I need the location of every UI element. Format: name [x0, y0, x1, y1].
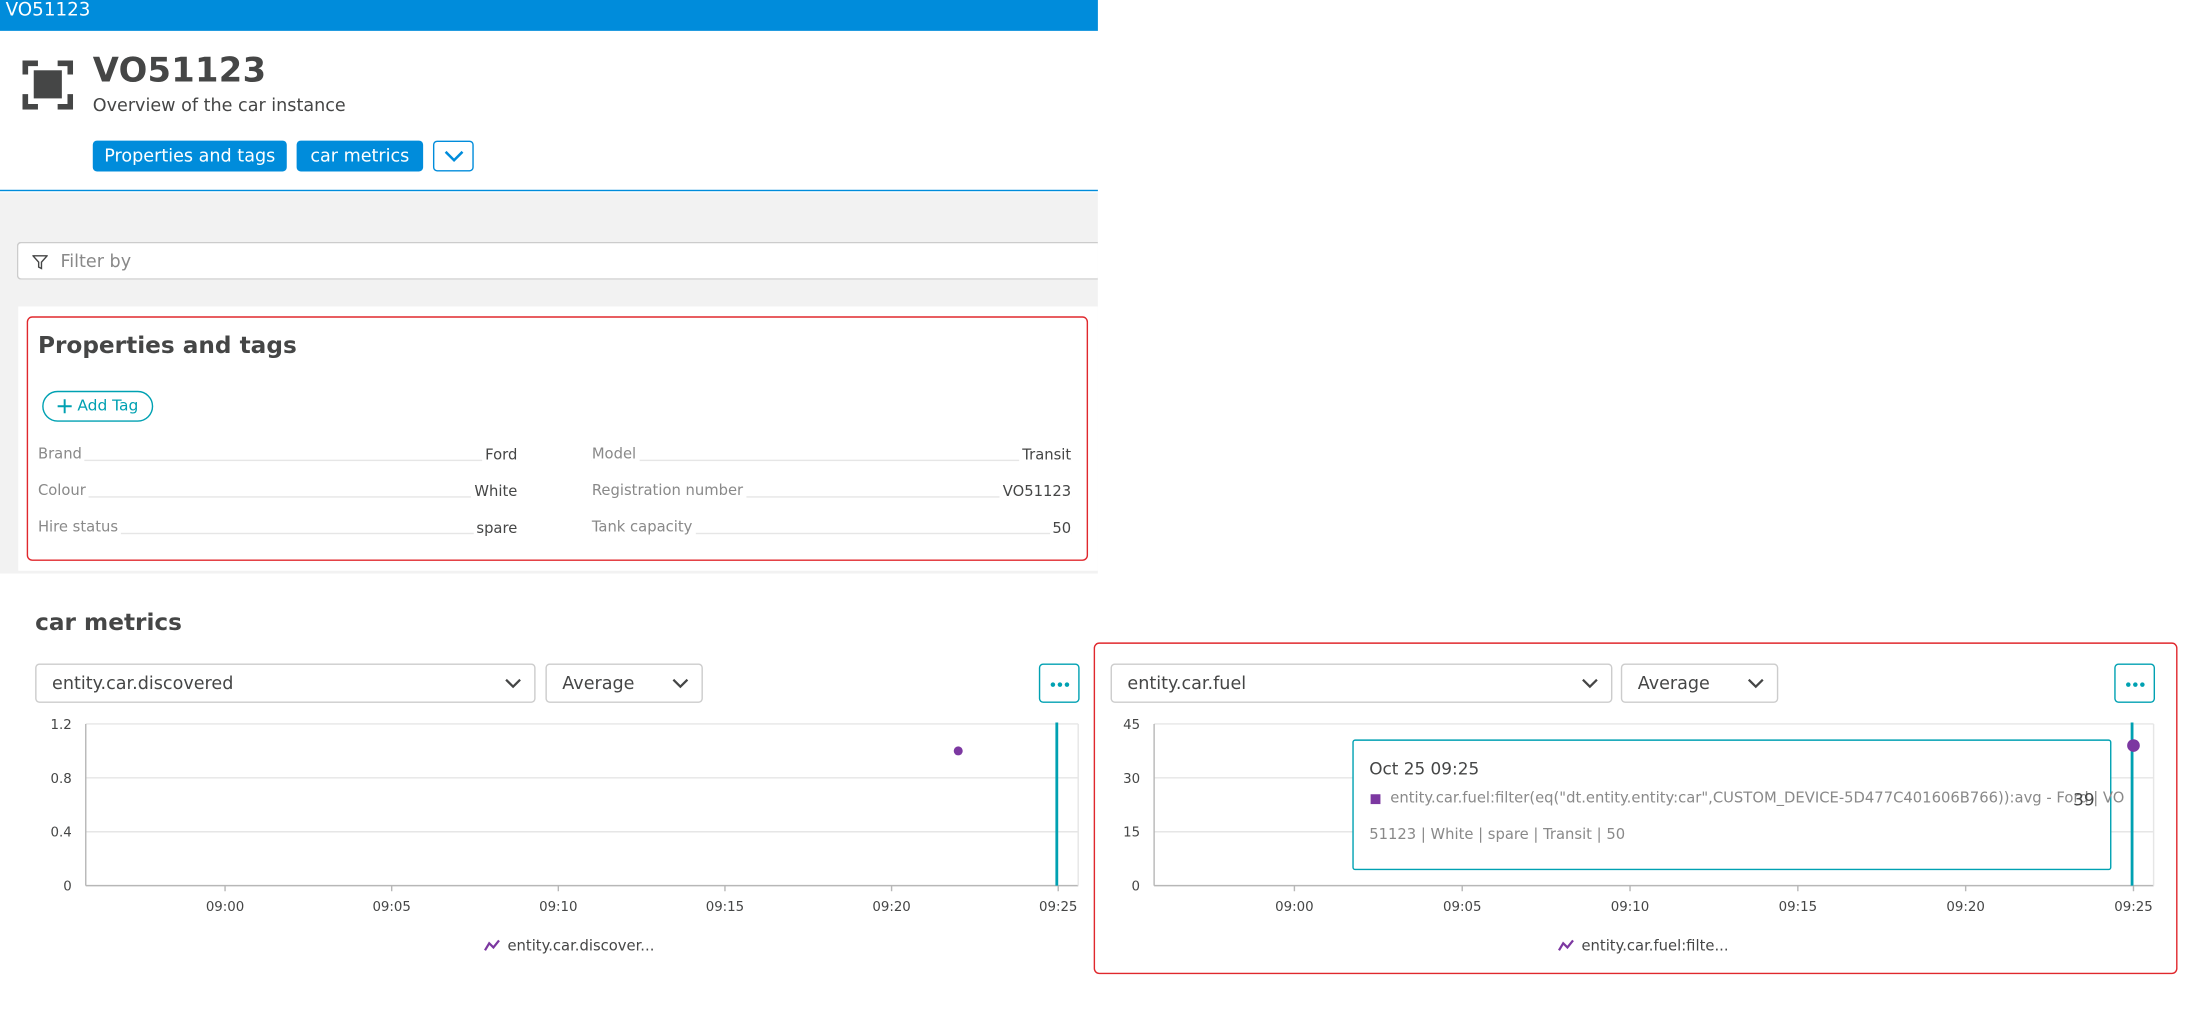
property-divider	[37, 459, 518, 462]
x-tick-label: 09:05	[372, 900, 410, 915]
chart-legend-discovered[interactable]: entity.car.discover...	[484, 937, 655, 955]
property-row-registration: Registration number VO51123	[591, 482, 1072, 504]
aggregation-select-discovered[interactable]: Average	[545, 663, 703, 703]
metric-select-value: entity.car.fuel	[1127, 671, 1247, 694]
aggregation-select-value: Average	[1637, 671, 1710, 694]
chevron-down-icon	[1747, 678, 1764, 689]
custom-device-icon	[22, 60, 74, 110]
series-swatch	[1370, 794, 1381, 805]
add-tag-label: Add Tag	[77, 396, 139, 415]
property-row-brand: Brand Ford	[37, 445, 518, 468]
property-key: Registration number	[591, 482, 746, 500]
chart-tooltip: Oct 25 09:25 entity.car.fuel:filter(eq("…	[1352, 739, 2124, 871]
x-tick-label: 09:05	[1443, 900, 1481, 915]
property-row-hire-status: Hire status spare	[37, 518, 518, 541]
line-series-icon	[484, 939, 500, 951]
property-key: Tank capacity	[591, 518, 696, 536]
window-title-bar: VO51123	[0, 0, 1098, 31]
filter-placeholder: Filter by	[60, 250, 132, 272]
y-tick-label: 0.8	[50, 772, 71, 787]
more-sections-button[interactable]	[432, 140, 474, 172]
y-tick-label: 1.2	[50, 718, 71, 733]
legend-label: entity.car.fuel:filte...	[1581, 937, 1729, 955]
chevron-down-icon	[444, 150, 464, 163]
chevron-down-icon	[672, 678, 689, 689]
line-series-icon	[1558, 939, 1574, 951]
x-tick-label: 09:10	[1611, 900, 1649, 915]
data-point	[2127, 739, 2140, 752]
more-icon	[2126, 682, 2145, 687]
filter-icon	[32, 255, 48, 270]
property-value: White	[471, 483, 518, 501]
app-stage: VO51123 VO51123 Overview of the car inst…	[0, 0, 2200, 1030]
property-row-model: Model Transit	[591, 445, 1072, 468]
y-tick-label: 0	[1132, 880, 1140, 895]
y-tick-label: 0	[63, 880, 72, 895]
property-value: Ford	[482, 447, 518, 464]
property-row-colour: Colour White	[37, 482, 518, 504]
window-title: VO51123	[5, 0, 91, 22]
x-tick-label: 09:20	[872, 900, 910, 915]
property-key: Hire status	[37, 518, 121, 536]
data-point	[953, 746, 963, 756]
page-header: VO51123 Overview of the car instance Pro…	[0, 30, 1098, 192]
chart-options-button-discovered[interactable]	[1038, 663, 1080, 703]
chart-discovered[interactable]: 0 0.4 0.8 1.2 09:00 09:05 09:10 09:15 09:20 09:25	[35, 710, 1089, 921]
y-tick-label: 0.4	[50, 826, 71, 841]
property-divider	[591, 459, 1072, 462]
properties-title: Properties and tags	[37, 331, 297, 359]
filter-input[interactable]: Filter by	[16, 241, 1098, 280]
property-value: 50	[1049, 520, 1072, 537]
x-tick-label: 09:00	[206, 900, 244, 915]
x-tick-label: 09:00	[1275, 900, 1313, 915]
property-key: Brand	[37, 445, 85, 463]
more-icon	[1050, 682, 1070, 687]
chart-legend-fuel[interactable]: entity.car.fuel:filte...	[1558, 937, 1729, 955]
add-tag-button[interactable]: Add Tag	[42, 390, 154, 422]
page-subtitle: Overview of the car instance	[92, 94, 346, 116]
car-metrics-button[interactable]: car metrics	[296, 140, 424, 172]
x-tick-label: 09:15	[1779, 900, 1817, 915]
metric-select-value: entity.car.discovered	[52, 671, 234, 694]
x-tick-label: 09:10	[539, 900, 577, 915]
plus-icon	[57, 399, 72, 414]
property-divider	[37, 496, 518, 498]
aggregation-select-fuel[interactable]: Average	[1620, 663, 1779, 703]
property-key: Colour	[37, 482, 89, 500]
y-tick-label: 15	[1123, 826, 1140, 841]
property-key: Model	[591, 445, 639, 463]
metrics-title: car metrics	[35, 608, 183, 636]
metric-select-discovered[interactable]: entity.car.discovered	[35, 663, 536, 703]
property-value: VO51123	[999, 483, 1072, 501]
tooltip-series-name-cont: 51123 | White | spare | Transit | 50	[1369, 826, 1626, 844]
property-row-tank-capacity: Tank capacity 50	[591, 518, 1072, 541]
metric-select-fuel[interactable]: entity.car.fuel	[1110, 663, 1613, 703]
property-value: spare	[473, 520, 518, 537]
tooltip-series-name: entity.car.fuel:filter(eq("dt.entity.ent…	[1390, 790, 2125, 807]
properties-and-tags-button[interactable]: Properties and tags	[92, 140, 287, 172]
tooltip-time: Oct 25 09:25	[1369, 759, 1480, 779]
legend-label: entity.car.discover...	[507, 937, 655, 955]
x-tick-label: 09:25	[1039, 900, 1077, 915]
chevron-down-icon	[505, 678, 521, 689]
property-value: Transit	[1019, 447, 1072, 464]
tooltip-value: 39	[2073, 790, 2095, 810]
page-title: VO51123	[92, 50, 267, 90]
y-tick-label: 30	[1123, 772, 1140, 787]
aggregation-select-value: Average	[562, 671, 635, 694]
x-tick-label: 09:15	[706, 900, 744, 915]
chart-options-button-fuel[interactable]	[2114, 663, 2156, 703]
x-tick-label: 09:25	[2114, 900, 2152, 915]
x-tick-label: 09:20	[1946, 900, 1984, 915]
chevron-down-icon	[1582, 678, 1598, 689]
y-tick-label: 45	[1123, 718, 1140, 733]
